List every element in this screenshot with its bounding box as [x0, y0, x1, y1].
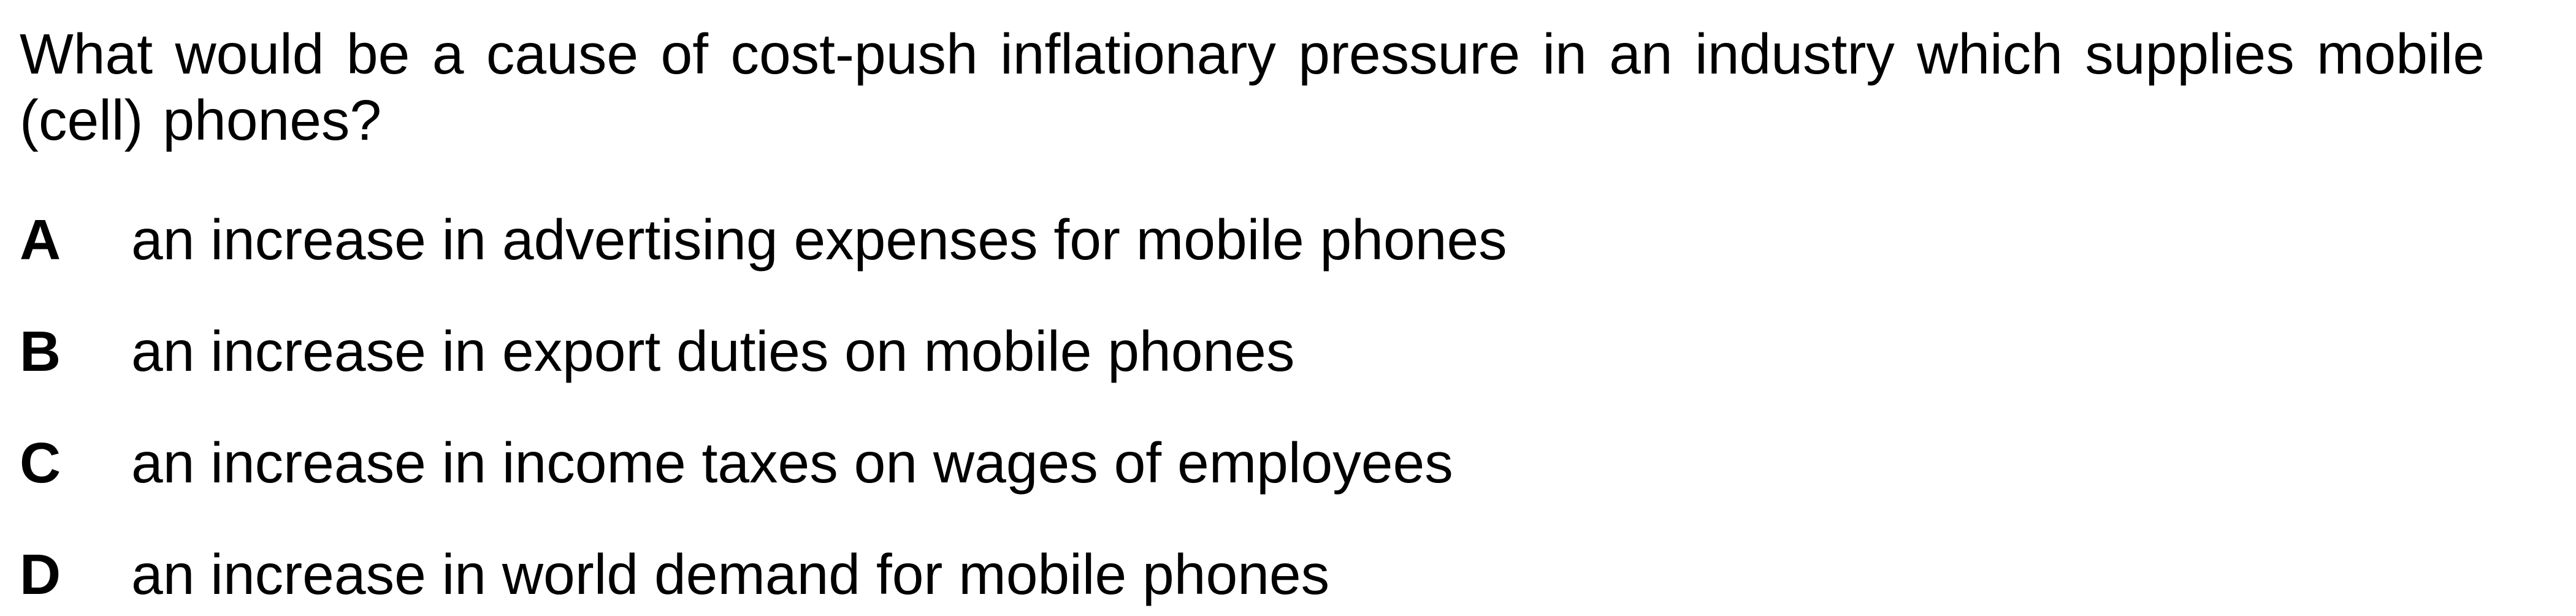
- option-a: A an increase in advertising expenses fo…: [20, 207, 2534, 273]
- question-page: What would be a cause of cost-push infla…: [0, 0, 2576, 616]
- option-c-letter: C: [20, 431, 61, 495]
- option-a-text: an increase in advertising expenses for …: [131, 208, 1507, 272]
- option-d: D an increase in world demand for mobile…: [20, 541, 2534, 607]
- option-b-text: an increase in export duties on mobile p…: [131, 319, 1295, 383]
- option-c-text: an increase in income taxes on wages of …: [131, 431, 1453, 495]
- option-b: B an increase in export duties on mobile…: [20, 318, 2534, 384]
- option-d-letter: D: [20, 542, 61, 606]
- option-b-letter: B: [20, 319, 61, 383]
- option-a-letter: A: [20, 208, 61, 272]
- question-text: What would be a cause of cost-push infla…: [20, 22, 2485, 152]
- option-d-text: an increase in world demand for mobile p…: [131, 542, 1330, 606]
- option-c: C an increase in income taxes on wages o…: [20, 430, 2534, 496]
